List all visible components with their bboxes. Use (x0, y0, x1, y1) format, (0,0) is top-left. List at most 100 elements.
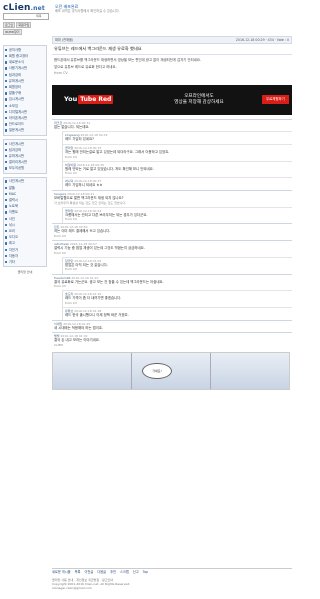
post-paragraph: 앞으로 유튜브 레드로 유료화 한다고 하네요. (54, 64, 117, 69)
search-input[interactable] (3, 13, 49, 20)
sidebar-group-clubs: 사진게시판 알뜰 MAC 갤럭시 노트북 이벤트 사진 낚시 요리 오디오 레고 자전거 자동차 기타 (3, 176, 47, 268)
reply-comment: 써니덕 2016-12-18 00:37 레드 가입하니 되네요 ㅎㅎ (62, 177, 292, 191)
post-title: 유튜브는 레드에서 백그라운드 재생 유료화 했네요 (52, 44, 292, 55)
comment-author[interactable]: freedom96 (54, 276, 70, 280)
sidebar-item-label: 알뜰구매 (8, 91, 22, 96)
sidebar-item-label: 갤럭시 (8, 198, 18, 202)
comic-ad-banner[interactable]: 가세요! (52, 351, 290, 390)
bullet-icon (5, 104, 8, 107)
bullet-icon (5, 86, 8, 89)
post-body: 핸드폰에서 유튜브를 백그라운드 재생하면서 영상을 보는 편인데 광고 없이 … (52, 55, 292, 81)
bullet-icon (5, 129, 8, 132)
comment-from: from CV (65, 217, 78, 222)
comment-text: 레드 가입하니 되네요 ㅎㅎ (65, 183, 103, 188)
sidebar-item-label: 유머게시판 (8, 153, 25, 158)
bullet-icon (5, 205, 8, 208)
youtube-red-ad[interactable]: You Tube Red 오프라인에서도 영상을 저장해 감상하세요 무료체험하기 (52, 84, 292, 115)
sidebar-item-label: 디지털게시판 (8, 109, 28, 114)
bullet-icon (5, 236, 8, 239)
notice-box: 오전 배포완료 배포 내역은 공지사항에서 확인하실 수 있습니다. (55, 4, 215, 14)
sidebar-item[interactable]: 기타 (5, 259, 45, 265)
toolbar-button[interactable]: 추천 (110, 570, 116, 574)
sidebar-footer-link[interactable]: 클리앙 안내 (3, 270, 47, 274)
sidebar-item[interactable]: 질문게시판 (5, 127, 45, 133)
sidebar-item-label: 자전거 (8, 247, 18, 252)
post-paragraph: 핸드폰에서 유튜브를 백그라운드 재생하면서 영상을 보는 편인데 광고 없이 … (54, 57, 202, 62)
sidebar-item[interactable]: 모두의공원 (5, 165, 45, 171)
sidebar-item-label: 레고 (8, 241, 15, 246)
comment-from: from CV (54, 250, 67, 255)
notice-subtitle: 배포 내역은 공지사항에서 확인하실 수 있습니다. (55, 9, 120, 14)
toolbar-button[interactable]: 이전글 (84, 570, 93, 574)
main-content: 짜파 (찬깨불) 2016-12-18 00:29 · 434 · Vote :… (52, 36, 292, 390)
toolbar-button[interactable]: 다음글 (97, 570, 106, 574)
sidebar-item-label: 유머게시판 (8, 78, 25, 83)
bullet-icon (5, 148, 8, 152)
sidebar-item-label: 기타 (8, 259, 15, 264)
comment: hangul1 2016-12-18 00:41 모바일웹으로 열면 백그라운드 … (52, 190, 292, 207)
logo-text: cLien (3, 3, 31, 13)
sidebar-item-label: 자동차 (8, 253, 18, 258)
reply-comment: 잠깐만 2016-12-18 01:02 팝업은 아직 되는 것 같습니다. fro… (62, 256, 292, 274)
post-author[interactable]: 짜파 (찬깨불) (55, 38, 73, 42)
bullet-icon (5, 192, 8, 196)
sidebar-item-label: 이벤트 (8, 210, 18, 215)
search-scope-select[interactable]: 제목 (36, 14, 42, 18)
sidebar-group-main: 공지사항 회원 중고장터 새로운소식 사용기게시판 팁과강좌 유머게시판 회원장터 알뜰구매 임… (3, 45, 47, 136)
bullet-icon (5, 67, 8, 70)
comment-from: from CV (65, 267, 78, 272)
comment-from: 각 브라우저 특성상 되는 것도 있고 안되는 것도 있습니다. (54, 200, 127, 205)
bullet-icon (5, 167, 8, 170)
reply-comment: kingwang 2016-12-18 00:32 레드 가입되 있네요? (62, 131, 292, 145)
comment: 마크르 2016-12-18 00:31 없는 없습니다. 되는데요. (52, 118, 292, 132)
comment-from: from CV (54, 284, 67, 289)
sidebar-item-label: 사용기게시판 (8, 66, 28, 71)
sidebar-item-label: 팁과강좌 (8, 147, 22, 152)
bullet-icon (5, 242, 8, 245)
bullet-icon (5, 211, 8, 214)
comment: 민트 2016-12-18 00:50 저는 이미 레드 결제해서 쓰고 있습니다… (52, 223, 292, 240)
comment-time: 2016-12-18 01:10 (71, 275, 99, 280)
comment: 별빛 2016-12-18 01:32 결국 돈 내고 보라는 이야기네요. CLI… (52, 332, 292, 349)
youtube-red-logo: You Tube Red (64, 92, 122, 108)
bullet-icon (5, 55, 8, 58)
footer-email: manager.clien@gmail.com (52, 586, 92, 591)
comment-from: from CV (54, 234, 67, 239)
comment: 닉네임 2016-12-18 01:25 새 시대에는 적응해야 하는 법이죠. (52, 319, 292, 333)
site-footer: 클리앙 사용 안내 · 개인정보 취급방침 · 광고안내 Copyright 2… (52, 578, 292, 591)
comic-panel (211, 352, 289, 389)
toolbar-button[interactable]: 목록 (75, 570, 81, 574)
signup-button[interactable]: 회원가입 (16, 22, 32, 29)
sidebar-item-label: 사진게시판 (8, 179, 25, 184)
comment-from: from CV (65, 300, 78, 305)
sidebar-item-label: 사진 (8, 216, 15, 221)
logo-suffix: .net (30, 5, 45, 12)
login-button[interactable]: 로그인 (3, 22, 16, 29)
bullet-icon (5, 142, 8, 145)
bullet-icon (5, 154, 8, 158)
comment-time: 2016-12-18 01:25 (63, 321, 91, 326)
post-toolbar: 새로운 게시물 목록 이전글 다음글 추천 스크랩 신고 Top (52, 568, 292, 574)
sidebar-item-label: 오디오 (8, 235, 18, 240)
bullet-icon (5, 186, 8, 190)
bullet-icon (5, 229, 8, 233)
toolbar-button[interactable]: 스크랩 (120, 570, 129, 574)
reply-comment: 클리앙 2016-12-18 00:44 크롬에서는 안되고 다른 브라우저는 되… (62, 206, 292, 224)
ad-cta-button[interactable]: 무료체험하기 (262, 95, 289, 105)
comment-text: 레드 한국 출시했으니 이제 정책 바꾼 거겠죠. (65, 312, 129, 317)
sidebar-group-community: 사진게시판 팁과강좌 유머게시판 갤러리게시판 모두의공원 (3, 138, 47, 174)
comment-from: from CV (65, 154, 78, 159)
sidebar-item-label: 아이폰게시판 (8, 115, 28, 120)
bullet-icon (5, 248, 8, 251)
toolbar-button[interactable]: 새로운 게시물 (52, 570, 71, 574)
bullet-icon (5, 116, 8, 120)
toolbar-button[interactable]: 신고 (133, 570, 139, 574)
reply-comment: 호도리 2016-12-18 01:15 레드 가격이 좀 더 내려가면 좋겠습니… (62, 290, 292, 307)
comment-text: 레드 가입되 있네요? (65, 137, 94, 142)
find-account-button[interactable]: ID/PW찾기 (3, 29, 22, 36)
bullet-icon (5, 123, 8, 126)
speech-bubble: 가세요! (142, 362, 172, 379)
toolbar-button[interactable]: Top (143, 570, 148, 574)
sidebar-item-label: 팁과강좌 (8, 72, 22, 77)
reply-comment: 클리앙 2016-12-18 00:33 저는 원래 안되는걸로 알고 있었는데 … (62, 144, 292, 161)
